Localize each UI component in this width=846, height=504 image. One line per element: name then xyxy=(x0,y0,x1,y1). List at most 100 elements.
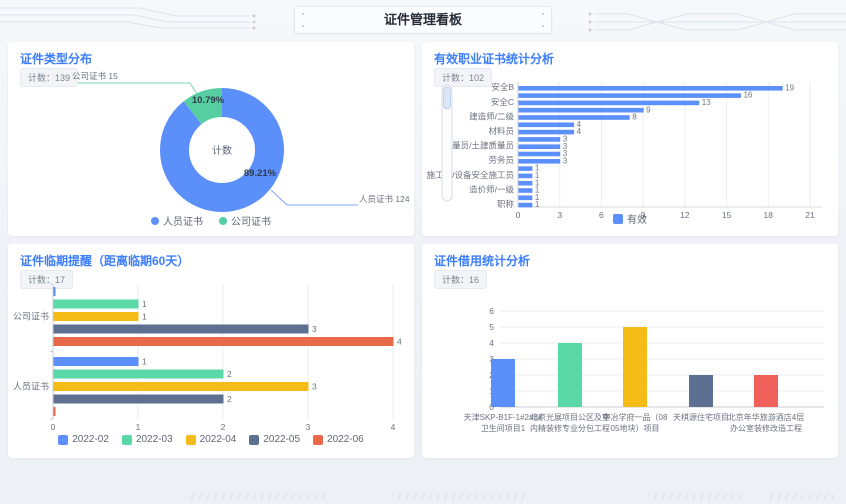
bar-value-label: 4 xyxy=(397,336,402,346)
callout-line xyxy=(78,83,197,94)
category-label: 办公室装修改造工程 xyxy=(730,423,802,433)
category-label: 安全B xyxy=(491,82,514,92)
header-circuit-decoration-left xyxy=(0,0,300,40)
gbar-2022-02-公司证书[interactable] xyxy=(54,287,56,296)
hbar-4[interactable] xyxy=(519,115,630,120)
gbar-2022-02-人员证书[interactable] xyxy=(54,357,139,366)
legend-swatch xyxy=(613,214,623,224)
legend-label: 有效 xyxy=(627,211,647,226)
y-tick-label: 4 xyxy=(489,338,494,348)
vertical-bar-chart: 0123456天津SKP-B1F-1#2#3#卫生间项目1北京光展项目公区及室内… xyxy=(422,244,838,458)
gbar-2022-04-公司证书[interactable] xyxy=(54,312,139,321)
footer-decoration xyxy=(648,494,744,500)
donut-chart: 计数89.21%10.79%公司证书 15人员证书 124 xyxy=(8,42,414,236)
hbar-14[interactable] xyxy=(519,188,533,193)
bar-value-label: 3 xyxy=(312,324,317,334)
legend-swatch xyxy=(313,435,323,445)
gbar-2022-06-人员证书[interactable] xyxy=(54,407,56,416)
x-tick-label: 0 xyxy=(51,422,56,432)
legend-swatch xyxy=(58,435,68,445)
legend-item-2022-03[interactable]: 2022-03 xyxy=(122,434,173,445)
bar-value-label: 1 xyxy=(535,200,540,209)
gbar-2022-06-公司证书[interactable] xyxy=(54,337,394,346)
vbar-2[interactable] xyxy=(623,327,647,407)
x-tick-label: 3 xyxy=(306,422,311,432)
vbar-0[interactable] xyxy=(491,359,515,407)
category-label: 材料员 xyxy=(488,126,514,136)
legend-label: 2022-04 xyxy=(200,434,237,445)
vbar-4[interactable] xyxy=(754,375,778,407)
vbar-3[interactable] xyxy=(689,375,713,407)
vbar-1[interactable] xyxy=(558,343,582,407)
bar-value-label: 1 xyxy=(142,299,147,309)
hbar-9[interactable] xyxy=(519,152,561,157)
legend-item-valid[interactable]: 有效 xyxy=(613,211,647,226)
bar-value-label: 3 xyxy=(563,156,568,165)
panel-valid-certificates: 有效职业证书统计分析 计数：102 036912151821安全B1916安全C… xyxy=(422,42,838,236)
category-label: 建造师/二级 xyxy=(469,111,514,121)
category-label: 天棋源住宅项目 xyxy=(673,412,729,422)
hbar-7[interactable] xyxy=(519,137,561,142)
legend-item-0[interactable]: 人员证书 xyxy=(151,213,203,228)
legend-label: 2022-05 xyxy=(263,434,300,445)
gbar-2022-05-人员证书[interactable] xyxy=(54,395,224,404)
legend-item-1[interactable]: 公司证书 xyxy=(219,213,271,228)
horizontal-bar-chart: 036912151821安全B1916安全C139建造师/二级84材料员43质量… xyxy=(422,42,838,236)
legend-label: 2022-03 xyxy=(136,434,173,445)
slice-callout-label: 人员证书 124 xyxy=(359,194,410,204)
bar-value-label: 3 xyxy=(312,381,317,391)
bar-value-label: 2 xyxy=(227,394,232,404)
category-label: 内精装修专业分包工程 xyxy=(530,423,610,433)
legend-item-2022-04[interactable]: 2022-04 xyxy=(186,434,237,445)
scrollbar-thumb[interactable] xyxy=(444,87,451,109)
bar-value-label: 13 xyxy=(702,98,711,107)
dashboard-root: { "header": { "title": "证件管理看板" }, "char… xyxy=(0,0,846,504)
x-tick-label: 2 xyxy=(221,422,226,432)
legend-label: 公司证书 xyxy=(231,213,271,228)
category-label: 职称 xyxy=(497,199,515,209)
hbar-13[interactable] xyxy=(519,181,533,186)
donut-legend: 人员证书 公司证书 xyxy=(8,213,414,228)
hbar-5[interactable] xyxy=(519,123,575,128)
bar-value-label: 9 xyxy=(646,105,651,114)
hbar-3[interactable] xyxy=(519,108,644,113)
legend-item-2022-02[interactable]: 2022-02 xyxy=(58,434,109,445)
bar-value-label: 16 xyxy=(743,91,752,100)
legend-item-2022-05[interactable]: 2022-05 xyxy=(249,434,300,445)
gbar-2022-05-公司证书[interactable] xyxy=(54,325,309,334)
hbar-11[interactable] xyxy=(519,166,533,171)
category-label: 安全C xyxy=(491,97,514,107)
footer-decoration xyxy=(185,494,327,500)
hbar-8[interactable] xyxy=(519,144,561,149)
slice-percent-label: 10.79% xyxy=(192,95,225,106)
x-tick-label: 1 xyxy=(136,422,141,432)
gbar-2022-03-公司证书[interactable] xyxy=(54,300,139,309)
legend-swatch xyxy=(122,435,132,445)
y-tick-label: 5 xyxy=(489,322,494,332)
dashboard-title-box: 证件管理看板 xyxy=(294,6,552,34)
hbar-15[interactable] xyxy=(519,196,533,201)
dashboard-title: 证件管理看板 xyxy=(384,12,462,27)
category-label: 公司证书 xyxy=(13,312,49,322)
legend-swatch xyxy=(186,435,196,445)
category-label: 造价师/一级 xyxy=(469,184,514,194)
hbar-16[interactable] xyxy=(519,203,533,208)
bar-value-label: 1 xyxy=(142,311,147,321)
bar-value-label: 1 xyxy=(142,356,147,366)
category-label: 人员证书 xyxy=(13,382,49,392)
category-label: 05地块）项目 xyxy=(611,423,660,433)
legend-item-2022-06[interactable]: 2022-06 xyxy=(313,434,364,445)
gbar-2022-04-人员证书[interactable] xyxy=(54,382,309,391)
panel-borrowing-statistics: 证件借用统计分析 计数：16 0123456天津SKP-B1F-1#2#3#卫生… xyxy=(422,244,838,458)
category-label: 质量员/土建质量员 xyxy=(444,141,514,151)
bar-value-label: 4 xyxy=(577,127,582,136)
bar-value-label: 19 xyxy=(785,83,794,92)
hbar-2[interactable] xyxy=(519,101,700,106)
category-label: 劳务员 xyxy=(488,155,514,165)
legend-label: 人员证书 xyxy=(163,213,203,228)
month-legend: 2022-02 2022-03 2022-04 2022-05 2022-06 xyxy=(8,434,414,445)
bar-legend: 有效 xyxy=(422,211,838,226)
gbar-2022-03-人员证书[interactable] xyxy=(54,370,224,379)
bar-value-label: 8 xyxy=(632,113,637,122)
hbar-12[interactable] xyxy=(519,174,533,179)
